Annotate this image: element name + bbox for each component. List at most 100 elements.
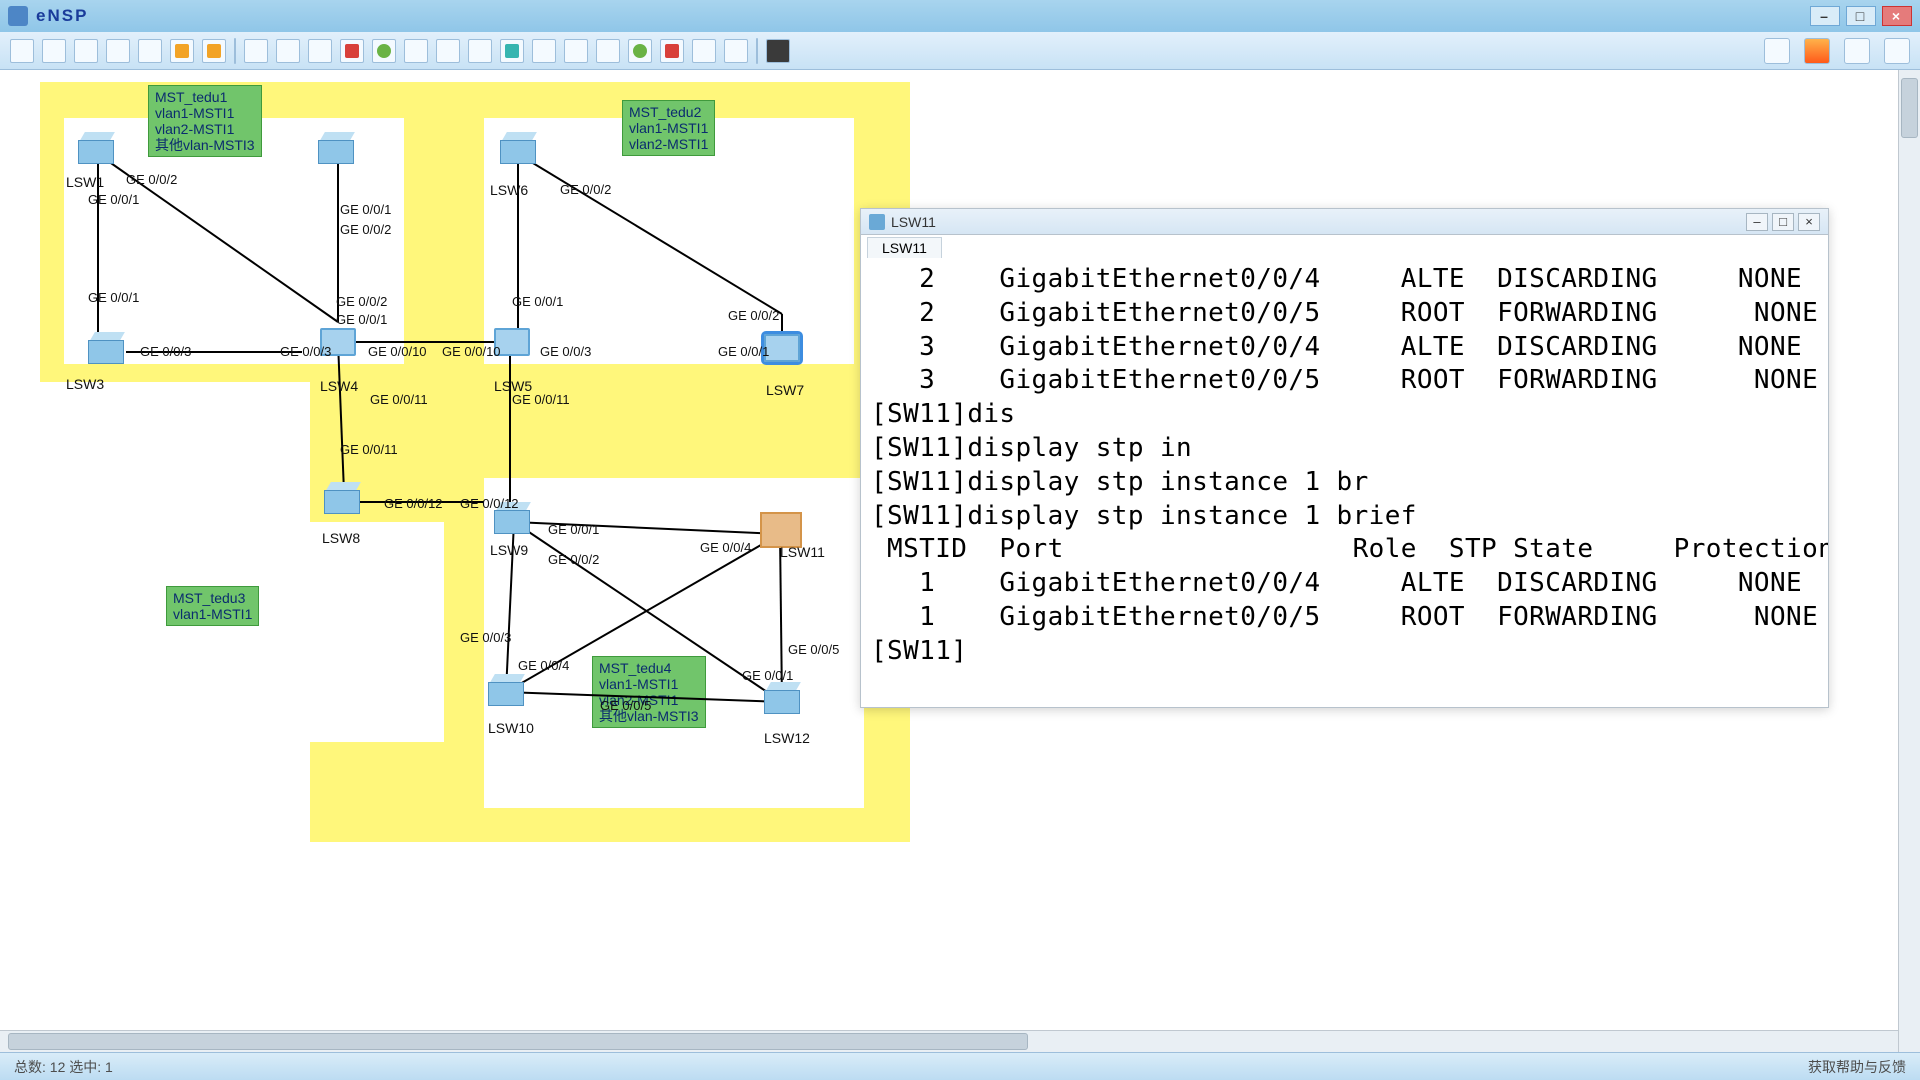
- port-label: GE 0/0/2: [336, 294, 387, 309]
- toolbar-save-icon[interactable]: [74, 39, 98, 63]
- scroll-thumb[interactable]: [8, 1033, 1028, 1050]
- toolbar-snapshot-icon[interactable]: [1764, 38, 1790, 64]
- device-lsw1[interactable]: [78, 132, 118, 166]
- label-lsw10: LSW10: [488, 720, 534, 736]
- topology-canvas[interactable]: MST_tedu1 vlan1-MSTI1 vlan2-MSTI1 其他vlan…: [40, 82, 910, 842]
- label-lsw8: LSW8: [322, 530, 360, 546]
- cli-output[interactable]: 2 GigabitEthernet0/0/4 ALTE DISCARDING N…: [861, 259, 1828, 707]
- toolbar-zoomin-icon[interactable]: [244, 39, 268, 63]
- device-lsw12[interactable]: [764, 682, 804, 716]
- cli-line: 2 GigabitEthernet0/0/5 ROOT FORWARDING N…: [871, 297, 1818, 331]
- port-label: GE 0/0/10: [368, 344, 427, 359]
- toolbar-distribute-icon[interactable]: [724, 39, 748, 63]
- label-lsw1: LSW1: [66, 174, 104, 190]
- device-lsw10[interactable]: [488, 674, 528, 708]
- toolbar-palette-icon[interactable]: [532, 39, 556, 63]
- note-tedu3: MST_tedu3 vlan1-MSTI1: [166, 586, 259, 626]
- toolbar-hot-icon[interactable]: [1804, 38, 1830, 64]
- label-lsw4: LSW4: [320, 378, 358, 394]
- toolbar-dark-icon[interactable]: [766, 39, 790, 63]
- port-label: GE 0/0/1: [88, 192, 139, 207]
- terminal-icon: [869, 214, 885, 230]
- port-label: GE 0/0/2: [340, 222, 391, 237]
- cli-line: 2 GigabitEthernet0/0/4 ALTE DISCARDING N…: [871, 263, 1818, 297]
- cli-line: 3 GigabitEthernet0/0/5 ROOT FORWARDING N…: [871, 364, 1818, 398]
- scroll-thumb[interactable]: [1901, 78, 1918, 138]
- toolbar-grid-icon[interactable]: [564, 39, 588, 63]
- workarea[interactable]: MST_tedu1 vlan1-MSTI1 vlan2-MSTI1 其他vlan…: [0, 70, 1920, 1052]
- cli-line: [SW11]dis: [871, 398, 1818, 432]
- port-label: GE 0/0/1: [742, 668, 793, 683]
- port-label: GE 0/0/12: [384, 496, 443, 511]
- toolbar-layout-icon[interactable]: [468, 39, 492, 63]
- device-lsw11[interactable]: [760, 512, 802, 548]
- port-label: GE 0/0/1: [512, 294, 563, 309]
- toolbar-new-icon[interactable]: [10, 39, 34, 63]
- note-tedu4: MST_tedu4 vlan1-MSTI1 vlan2-MSTI1 其他vlan…: [592, 656, 706, 728]
- port-label: GE 0/0/3: [140, 344, 191, 359]
- label-lsw11: LSW11: [780, 544, 825, 560]
- titlebar: eNSP – □ ×: [0, 0, 1920, 32]
- device-lsw3[interactable]: [88, 332, 128, 366]
- note-tedu1: MST_tedu1 vlan1-MSTI1 vlan2-MSTI1 其他vlan…: [148, 85, 262, 157]
- toolbar-fit-icon[interactable]: [308, 39, 332, 63]
- port-label: GE 0/0/1: [548, 522, 599, 537]
- toolbar-saveas-icon[interactable]: [106, 39, 130, 63]
- toolbar-mode-icon[interactable]: [1844, 38, 1870, 64]
- port-label: GE 0/0/4: [518, 658, 569, 673]
- cli-prompt[interactable]: [SW11]: [871, 635, 1818, 669]
- device-lsw8[interactable]: [324, 482, 364, 516]
- port-label: GE 0/0/3: [460, 630, 511, 645]
- toolbar-help-icon[interactable]: [1884, 38, 1910, 64]
- window-maximize-button[interactable]: □: [1846, 6, 1876, 26]
- port-label: GE 0/0/1: [336, 312, 387, 327]
- window-minimize-button[interactable]: –: [1810, 6, 1840, 26]
- toolbar-delete-icon[interactable]: [660, 39, 684, 63]
- label-lsw7: LSW7: [766, 382, 804, 398]
- toolbar-print-icon[interactable]: [138, 39, 162, 63]
- vertical-scrollbar[interactable]: [1898, 70, 1920, 1052]
- toolbar-capture-icon[interactable]: [404, 39, 428, 63]
- toolbar-align-icon[interactable]: [692, 39, 716, 63]
- toolbar-run-icon[interactable]: [628, 39, 652, 63]
- toolbar-settings-icon[interactable]: [436, 39, 460, 63]
- device-lsw7[interactable]: [764, 334, 800, 362]
- cli-tab-lsw11[interactable]: LSW11: [867, 237, 942, 258]
- toolbar-open-icon[interactable]: [42, 39, 66, 63]
- port-label: GE 0/0/12: [460, 496, 519, 511]
- toolbar-export-icon[interactable]: [596, 39, 620, 63]
- cli-window[interactable]: LSW11 – □ × LSW11 2 GigabitEthernet0/0/4…: [860, 208, 1829, 708]
- window-close-button[interactable]: ×: [1882, 6, 1912, 26]
- toolbar-stop-icon[interactable]: [340, 39, 364, 63]
- app-title: eNSP: [36, 6, 88, 26]
- label-lsw12: LSW12: [764, 730, 810, 746]
- cli-minimize-button[interactable]: –: [1746, 213, 1768, 231]
- port-label: GE 0/0/2: [126, 172, 177, 187]
- toolbar-start-icon[interactable]: [372, 39, 396, 63]
- port-label: GE 0/0/2: [728, 308, 779, 323]
- port-label: GE 0/0/5: [788, 642, 839, 657]
- toolbar-redo-icon[interactable]: [202, 39, 226, 63]
- port-label: GE 0/0/2: [548, 552, 599, 567]
- cli-titlebar[interactable]: LSW11 – □ ×: [861, 209, 1828, 235]
- toolbar-undo-icon[interactable]: [170, 39, 194, 63]
- cli-line: [SW11]display stp instance 1 br: [871, 466, 1818, 500]
- device-lsw6[interactable]: [500, 132, 540, 166]
- port-label: GE 0/0/1: [718, 344, 769, 359]
- label-lsw6: LSW6: [490, 182, 528, 198]
- device-lsw2[interactable]: [318, 132, 358, 166]
- cli-close-button[interactable]: ×: [1798, 213, 1820, 231]
- horizontal-scrollbar[interactable]: [0, 1030, 1898, 1052]
- port-label: GE 0/0/5: [600, 698, 651, 713]
- zone-tedu3: [64, 522, 444, 742]
- label-lsw3: LSW3: [66, 376, 104, 392]
- cli-maximize-button[interactable]: □: [1772, 213, 1794, 231]
- cli-title-text: LSW11: [891, 214, 936, 230]
- label-lsw9: LSW9: [490, 542, 528, 558]
- toolbar-separator: [756, 38, 758, 64]
- toolbar-zoomout-icon[interactable]: [276, 39, 300, 63]
- port-label: GE 0/0/1: [340, 202, 391, 217]
- note-tedu2: MST_tedu2 vlan1-MSTI1 vlan2-MSTI1: [622, 100, 715, 156]
- toolbar-text-icon[interactable]: [500, 39, 524, 63]
- status-right: 获取帮助与反馈: [1808, 1057, 1906, 1077]
